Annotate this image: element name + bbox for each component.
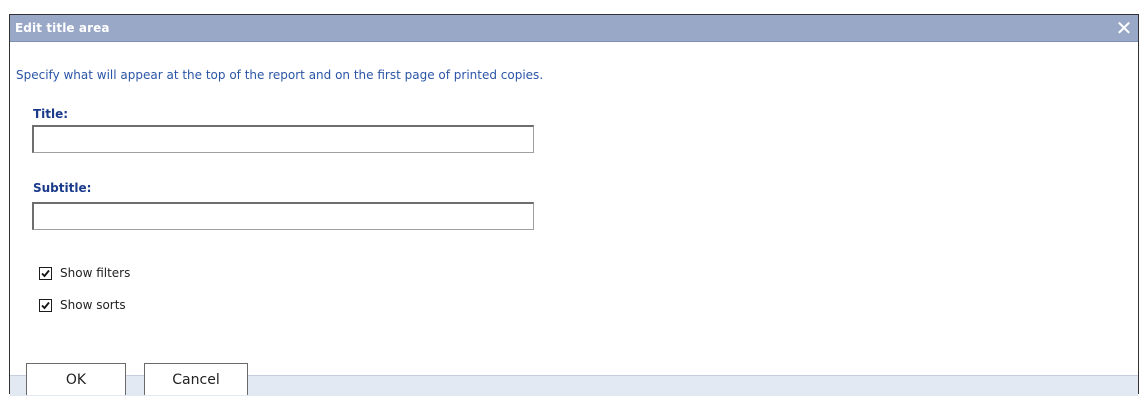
- show-sorts-label: Show sorts: [60, 298, 126, 312]
- title-label: Title:: [33, 107, 69, 121]
- show-filters-option[interactable]: Show filters: [39, 265, 130, 281]
- dialog-title: Edit title area: [15, 21, 110, 35]
- checkmark-icon: [41, 301, 50, 309]
- subtitle-input[interactable]: [32, 202, 534, 230]
- show-filters-checkbox[interactable]: [39, 266, 52, 280]
- show-filters-label: Show filters: [60, 266, 131, 280]
- checkmark-icon: [41, 269, 50, 277]
- ok-button[interactable]: OK: [26, 363, 126, 395]
- show-sorts-checkbox[interactable]: [39, 298, 52, 312]
- dialog-titlebar: Edit title area ✕: [10, 15, 1138, 42]
- cancel-button[interactable]: Cancel: [144, 363, 248, 395]
- dialog-description: Specify what will appear at the top of t…: [16, 68, 544, 82]
- close-icon[interactable]: ✕: [1114, 18, 1134, 38]
- subtitle-label: Subtitle:: [33, 181, 92, 195]
- show-sorts-option[interactable]: Show sorts: [39, 297, 126, 313]
- title-input[interactable]: [32, 125, 534, 153]
- edit-title-area-dialog: Edit title area ✕ Specify what will appe…: [9, 14, 1139, 396]
